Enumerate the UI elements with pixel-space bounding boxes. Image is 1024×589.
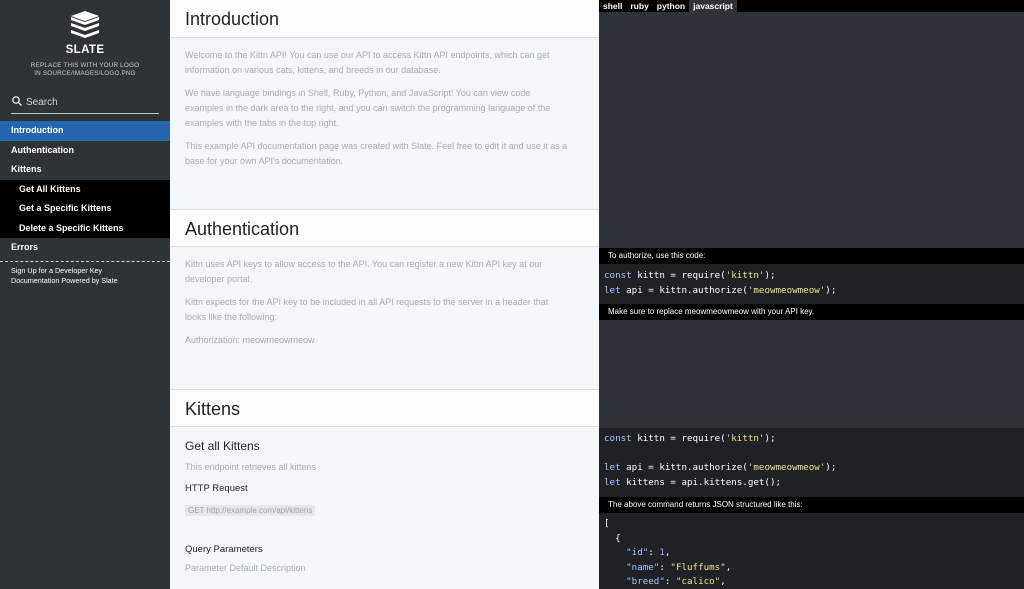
code-string: 'kittn' — [725, 270, 765, 281]
auth-header-example: Authorization: meowmeowmeow — [185, 335, 315, 345]
code-line: [ — [604, 518, 610, 529]
text-line: examples with the tabs in the top right. — [185, 118, 339, 128]
toc-item-get-all-kittens[interactable]: Get All Kittens — [0, 180, 170, 200]
http-request-title: HTTP Request — [185, 483, 248, 494]
code-line: const kittn = require('kittn'); — [604, 432, 1024, 447]
toc: Introduction Authentication Kittens Get … — [0, 121, 170, 258]
section-title-introduction: Introduction — [170, 0, 599, 38]
json-key: "id" — [626, 547, 649, 558]
powered-by-link[interactable]: Documentation Powered by Slate — [11, 276, 170, 287]
search-input[interactable] — [26, 93, 156, 112]
code-text: ); — [825, 462, 837, 473]
get-all-description: This endpoint retrieves all kittens — [185, 462, 317, 472]
tab-python[interactable]: python — [653, 0, 689, 12]
signup-link[interactable]: Sign Up for a Developer Key — [11, 266, 170, 277]
toc-item-errors[interactable]: Errors — [0, 238, 170, 258]
code-text: api = kittn.authorize( — [620, 284, 748, 296]
code-keyword: const — [604, 270, 632, 281]
logo-subtitle-line: REPLACE THIS WITH YOUR LOGO — [30, 62, 140, 69]
sidebar: SLATE REPLACE THIS WITH YOUR LOGO IN SOU… — [0, 0, 170, 589]
code-keyword: const — [604, 433, 632, 444]
code-text: kittens = api.kittens.get(); — [620, 476, 782, 488]
code-string: 'meowmeowmeow' — [747, 462, 826, 473]
logo-subtitle: REPLACE THIS WITH YOUR LOGO IN SOURCE/IM… — [31, 62, 139, 78]
query-parameters-header: Parameter Default Description — [185, 563, 306, 573]
code-text: kittn = require( — [631, 433, 726, 444]
json-key: "breed" — [626, 576, 665, 587]
json-string: "Fluffums" — [670, 561, 726, 573]
code-block-authorize: const kittn = require('kittn'); let api =… — [599, 264, 1024, 304]
note-returns-json: The above command returns JSON structure… — [599, 497, 1024, 513]
toc-item-authentication[interactable]: Authentication — [0, 141, 170, 161]
toc-item-delete-specific-kitten[interactable]: Delete a Specific Kittens — [0, 219, 170, 239]
section-title-authentication: Authentication — [170, 209, 599, 247]
code-string: 'kittn' — [725, 433, 765, 444]
query-parameters-title: Query Parameters — [185, 544, 263, 555]
json-key: "name" — [626, 561, 660, 573]
code-line: let api = kittn.authorize('meowmeowmeow'… — [604, 461, 1024, 476]
logo-title: SLATE — [65, 44, 105, 56]
search-icon — [12, 96, 22, 106]
code-block-json: [ { "id": 1, "name": "Fluffums", "breed"… — [599, 513, 1024, 589]
json-string: "calico" — [675, 576, 721, 587]
main-content: Introduction Welcome to the Kittn API! Y… — [170, 0, 599, 589]
text-line: developer portal. — [185, 274, 253, 284]
http-request-code: GET http://example.com/api/kittens — [185, 505, 316, 516]
section-title-kittens: Kittens — [170, 389, 599, 427]
book-stack-icon — [71, 11, 99, 38]
code-line: "name": "Fluffums", — [626, 561, 732, 573]
code-line: let api = kittn.authorize('meowmeowmeow'… — [604, 284, 1024, 299]
toc-footer: Sign Up for a Developer Key Documentatio… — [0, 260, 170, 287]
code-line: { — [604, 532, 621, 544]
intro-paragraph: We have language bindings in Shell, Ruby… — [170, 86, 599, 131]
intro-paragraph: This example API documentation page was … — [170, 139, 599, 169]
text-line: examples in the dark area to the right, … — [185, 103, 551, 113]
code-block-kittens: const kittn = require('kittn'); let api … — [599, 428, 1024, 497]
tab-ruby[interactable]: ruby — [626, 0, 652, 12]
note-replace-key: Make sure to replace meowmeowmeow with y… — [599, 304, 1024, 320]
code-string: 'meowmeowmeow' — [747, 284, 826, 296]
intro-paragraph: Welcome to the Kittn API! You can use ou… — [170, 48, 599, 78]
code-text: kittn = require( — [631, 270, 726, 281]
text-line: Welcome to the Kittn API! You can use ou… — [185, 50, 550, 60]
code-line: const kittn = require('kittn'); — [604, 269, 1024, 284]
code-text: ); — [764, 433, 776, 444]
code-text: ); — [825, 284, 837, 296]
text-line: base for your own API's documentation. — [185, 156, 344, 166]
text-line: Kittn expects for the API key to be incl… — [185, 297, 549, 307]
code-keyword: let — [604, 284, 621, 296]
toc-item-kittens[interactable]: Kittens — [0, 160, 170, 180]
code-text: ); — [764, 270, 776, 281]
text-line: We have language bindings in Shell, Ruby… — [185, 88, 531, 98]
code-pane: shell ruby python javascript To authoriz… — [599, 0, 1024, 589]
code-line: let kittens = api.kittens.get(); — [604, 476, 1024, 491]
subsection-title-get-all-kittens: Get all Kittens — [185, 439, 260, 453]
text-line: This example API documentation page was … — [185, 141, 568, 151]
search-box — [11, 93, 159, 114]
note-authorize: To authorize, use this code: — [599, 248, 1024, 264]
code-line: "breed": "calico", — [626, 576, 726, 587]
code-keyword: let — [604, 462, 621, 473]
language-tabs: shell ruby python javascript — [599, 0, 1024, 12]
toc-sublist-kittens: Get All Kittens Get a Specific Kittens D… — [0, 179, 170, 239]
code-line: "id": 1, — [626, 547, 671, 558]
text-line: looks like the following: — [185, 312, 278, 322]
tab-shell[interactable]: shell — [599, 0, 626, 12]
logo[interactable]: SLATE REPLACE THIS WITH YOUR LOGO IN SOU… — [0, 0, 170, 78]
tab-javascript[interactable]: javascript — [689, 0, 737, 12]
logo-subtitle-line: IN SOURCE/IMAGES/LOGO.PNG — [34, 70, 136, 77]
auth-paragraph: Kittn expects for the API key to be incl… — [170, 295, 599, 325]
text-line: information on various cats, kittens, an… — [185, 65, 441, 75]
text-line: Kittn uses API keys to allow access to t… — [185, 259, 543, 269]
code-text: api = kittn.authorize( — [620, 462, 748, 473]
code-keyword: let — [604, 476, 621, 488]
auth-paragraph: Kittn uses API keys to allow access to t… — [170, 257, 599, 287]
toc-item-introduction[interactable]: Introduction — [0, 121, 170, 141]
toc-item-get-specific-kitten[interactable]: Get a Specific Kittens — [0, 199, 170, 219]
